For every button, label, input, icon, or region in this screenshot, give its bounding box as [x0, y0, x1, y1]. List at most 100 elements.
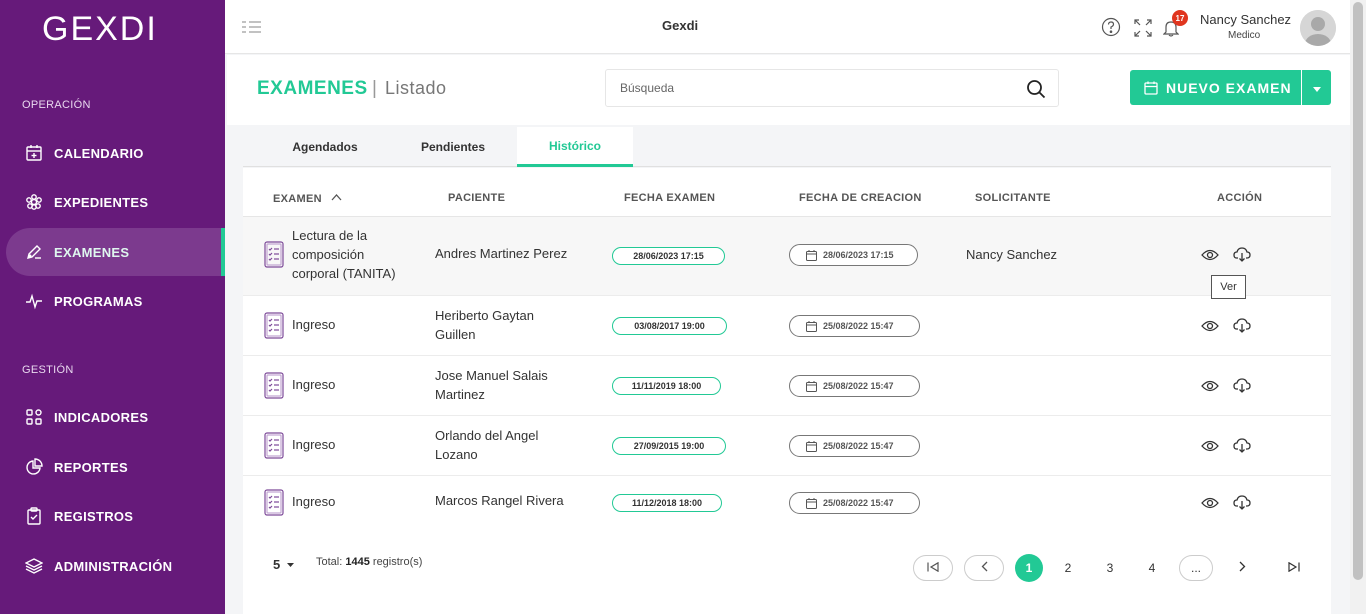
patient-name-line: Lozano	[435, 447, 478, 462]
menu-toggle-icon[interactable]	[242, 20, 262, 39]
exam-name-line: corporal (TANITA)	[292, 266, 396, 281]
sidebar-item-registros[interactable]: REGISTROS	[6, 492, 225, 540]
tabs: Agendados Pendientes Histórico	[243, 127, 1331, 167]
page-subtitle: Listado	[385, 78, 447, 98]
patient-name-line: Orlando del Angel	[435, 428, 539, 443]
chevron-right-icon	[1239, 561, 1246, 575]
column-header-fecha-examen[interactable]: FECHA EXAMEN	[624, 192, 715, 204]
download-cloud-icon[interactable]	[1233, 377, 1251, 394]
patient-name-line: Martinez	[435, 387, 485, 402]
prev-page-button[interactable]	[964, 555, 1004, 581]
column-header-fecha-creacion[interactable]: FECHA DE CREACION	[799, 192, 922, 204]
layers-icon	[24, 556, 44, 576]
caret-down-icon	[1312, 79, 1321, 97]
view-eye-icon[interactable]	[1201, 248, 1219, 262]
page-2-button[interactable]: 2	[1055, 555, 1081, 581]
page-scrollbar[interactable]	[1350, 0, 1366, 614]
search-icon[interactable]	[1026, 79, 1046, 104]
sidebar-item-expedientes[interactable]: EXPEDIENTES	[6, 178, 225, 226]
document-list-icon	[263, 372, 285, 405]
scrollbar-thumb[interactable]	[1353, 2, 1363, 580]
page-size-select[interactable]: 5	[273, 555, 294, 572]
view-eye-icon[interactable]	[1201, 439, 1219, 453]
column-header-paciente[interactable]: PACIENTE	[448, 192, 505, 204]
created-date-badge: 28/06/2023 17:15	[789, 244, 918, 266]
exam-name: Ingreso	[292, 494, 336, 509]
table-row[interactable]: Ingreso Jose Manuel Salais Martinez 11/1…	[243, 356, 1331, 416]
sidebar-item-calendario[interactable]: CALENDARIO	[6, 129, 225, 177]
download-cloud-icon[interactable]	[1233, 317, 1251, 334]
avatar[interactable]	[1300, 10, 1336, 46]
download-cloud-icon[interactable]	[1233, 246, 1251, 263]
search-input[interactable]	[606, 70, 1016, 106]
new-exam-label: NUEVO EXAMEN	[1166, 79, 1292, 96]
sidebar-item-label: ADMINISTRACIÓN	[54, 558, 173, 574]
new-exam-dropdown-button[interactable]	[1302, 70, 1331, 105]
sidebar-item-indicadores[interactable]: INDICADORES	[6, 393, 225, 441]
exam-name: Ingreso	[292, 437, 336, 452]
column-header-examen[interactable]: EXAMEN	[273, 192, 342, 205]
calendar-icon	[1144, 81, 1158, 95]
exam-date-badge: 11/11/2019 18:00	[612, 377, 721, 395]
sort-asc-icon[interactable]	[331, 192, 342, 204]
svg-text:GEXDI: GEXDI	[42, 10, 154, 46]
created-date-badge: 25/08/2022 15:47	[789, 315, 920, 337]
download-cloud-icon[interactable]	[1233, 494, 1251, 511]
patient-name-line: Heriberto Gaytan	[435, 308, 534, 323]
app-title: Gexdi	[662, 18, 699, 33]
gexdi-logo[interactable]: GEXDI	[42, 10, 156, 55]
sidebar-item-label: EXPEDIENTES	[54, 194, 149, 210]
view-eye-icon[interactable]	[1201, 496, 1219, 510]
page-4-button[interactable]: 4	[1139, 555, 1165, 581]
next-page-button[interactable]	[1229, 555, 1255, 581]
caret-down-icon	[286, 555, 294, 570]
title-separator: |	[372, 78, 377, 99]
calendar-icon	[806, 440, 817, 452]
table-row[interactable]: Lectura de la composición corporal (TANI…	[243, 217, 1331, 296]
table-row[interactable]: Ingreso Heriberto Gaytan Guillen 03/08/2…	[243, 296, 1331, 356]
exams-table: EXAMEN PACIENTE FECHA EXAMEN FECHA DE CR…	[243, 168, 1331, 614]
sidebar-item-reportes[interactable]: REPORTES	[6, 443, 225, 491]
grid-icon	[24, 407, 44, 427]
new-exam-button[interactable]: NUEVO EXAMEN	[1130, 70, 1301, 105]
last-page-button[interactable]	[1281, 555, 1307, 581]
sidebar-item-examenes[interactable]: EXAMENES	[6, 228, 225, 276]
pulse-icon	[24, 291, 44, 311]
sidebar-item-administracion[interactable]: ADMINISTRACIÓN	[6, 542, 225, 590]
view-eye-icon[interactable]	[1201, 379, 1219, 393]
tab-pendientes[interactable]: Pendientes	[405, 127, 501, 167]
notification-badge: 17	[1172, 10, 1188, 26]
view-tooltip: Ver	[1211, 275, 1246, 299]
exam-name: Ingreso	[292, 317, 336, 332]
patient-name: Andres Martinez Perez	[435, 246, 568, 261]
user-name[interactable]: Nancy Sanchez	[1200, 12, 1291, 27]
page-header: EXAMENES | Listado NUEVO EXAMEN	[227, 55, 1350, 125]
view-eye-icon[interactable]	[1201, 319, 1219, 333]
table-row[interactable]: Ingreso Orlando del Angel Lozano 27/09/2…	[243, 416, 1331, 476]
page-3-button[interactable]: 3	[1097, 555, 1123, 581]
document-list-icon	[263, 432, 285, 465]
column-header-solicitante[interactable]: SOLICITANTE	[975, 192, 1051, 204]
fullscreen-icon[interactable]	[1134, 19, 1152, 42]
pie-chart-icon	[24, 457, 44, 477]
more-pages-button[interactable]: ...	[1179, 555, 1213, 581]
sidebar-item-programas[interactable]: PROGRAMAS	[6, 277, 225, 325]
sidebar-item-label: PROGRAMAS	[54, 293, 143, 309]
tab-agendados[interactable]: Agendados	[277, 127, 373, 167]
page-title: EXAMENES	[257, 78, 368, 99]
exam-name-line: Lectura de la	[292, 228, 368, 243]
tab-historico[interactable]: Histórico	[517, 127, 633, 167]
calendar-icon	[806, 249, 817, 261]
page-1-button[interactable]: 1	[1015, 554, 1043, 582]
patient-name-line: Guillen	[435, 327, 476, 342]
sidebar-item-label: INDICADORES	[54, 409, 149, 425]
document-list-icon	[263, 312, 285, 345]
table-footer: 5 Total: 1445 registro(s) 1 2 3 4 ...	[243, 543, 1331, 603]
pen-icon	[24, 242, 44, 262]
table-row[interactable]: Ingreso Marcos Rangel Rivera 11/12/2018 …	[243, 476, 1331, 530]
download-cloud-icon[interactable]	[1233, 437, 1251, 454]
created-date-badge: 25/08/2022 15:47	[789, 375, 920, 397]
sidebar-item-label: REPORTES	[54, 459, 128, 475]
help-icon[interactable]	[1101, 17, 1121, 42]
first-page-button[interactable]	[913, 555, 953, 581]
